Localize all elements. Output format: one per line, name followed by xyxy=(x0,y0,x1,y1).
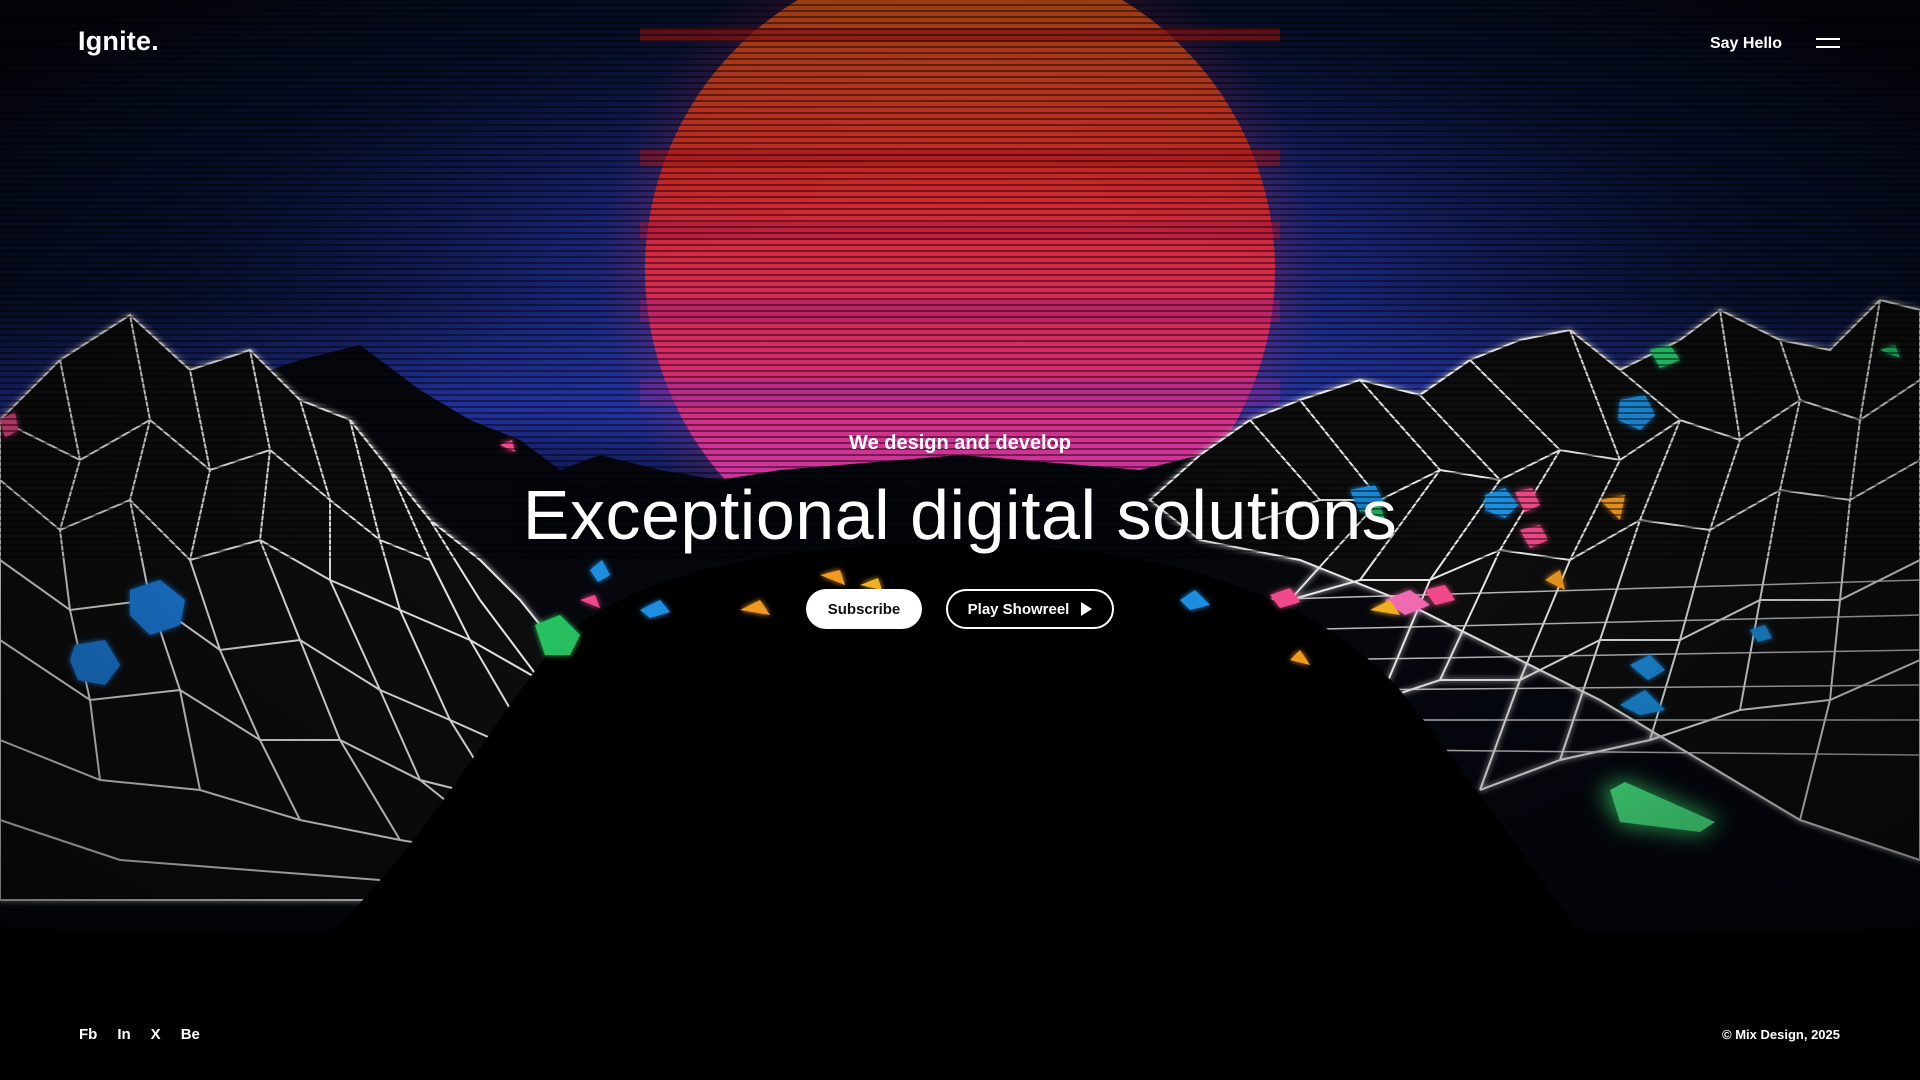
play-showreel-button[interactable]: Play Showreel xyxy=(946,589,1114,629)
play-icon xyxy=(1081,602,1093,616)
cta-row: Subscribe Play Showreel xyxy=(0,589,1920,629)
copyright-text: © Mix Design, 2025 xyxy=(1722,1027,1840,1042)
hero-headline: Exceptional digital solutions xyxy=(522,476,1398,554)
subscribe-button[interactable]: Subscribe xyxy=(806,589,922,629)
social-link-x[interactable]: X xyxy=(151,1026,161,1043)
social-link-behance[interactable]: Be xyxy=(181,1026,200,1043)
play-showreel-label: Play Showreel xyxy=(967,600,1070,618)
social-links: Fb In X Be xyxy=(79,1026,200,1043)
subscribe-button-label: Subscribe xyxy=(827,600,901,618)
hamburger-menu-icon[interactable] xyxy=(1816,36,1840,52)
social-link-linkedin[interactable]: In xyxy=(117,1026,130,1043)
menu-bar-top xyxy=(1816,38,1840,40)
hero-section: We design and develop Exceptional digita… xyxy=(0,420,1920,629)
site-header: Ignite. Say Hello xyxy=(0,0,1920,90)
say-hello-link[interactable]: Say Hello xyxy=(1710,35,1782,53)
social-link-facebook[interactable]: Fb xyxy=(79,1026,97,1043)
hero-page: Ignite. Say Hello We design and develop … xyxy=(0,0,1920,1080)
menu-bar-bottom xyxy=(1816,46,1840,48)
site-logo[interactable]: Ignite. xyxy=(78,26,159,57)
hero-tagline: We design and develop xyxy=(849,432,1071,454)
